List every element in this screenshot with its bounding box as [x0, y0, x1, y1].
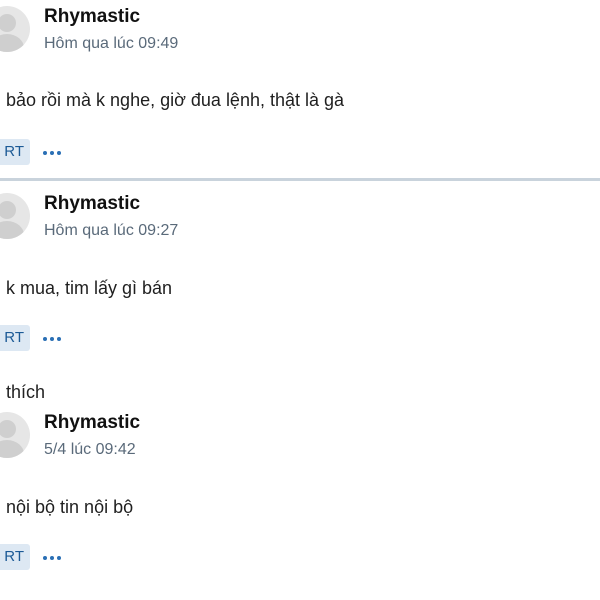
post-username[interactable]: Rhymastic — [44, 6, 140, 28]
avatar-body-shape — [0, 440, 24, 458]
more-dots-icon[interactable] — [42, 544, 64, 570]
avatar[interactable] — [0, 6, 30, 52]
post-timestamp[interactable]: 5/4 lúc 09:42 — [44, 441, 136, 459]
rt-button[interactable]: RT — [0, 139, 30, 165]
avatar-body-shape — [0, 34, 24, 52]
post-username[interactable]: Rhymastic — [44, 193, 140, 215]
avatar[interactable] — [0, 412, 30, 458]
post-timestamp[interactable]: Hôm qua lúc 09:49 — [44, 35, 178, 53]
post-feed: Rhymastic Hôm qua lúc 09:49 bảo rồi mà k… — [0, 0, 600, 600]
post-content: bảo rồi mà k nghe, giờ đua lệnh, thật là… — [6, 90, 345, 110]
post-content: k mua, tim lấy gì bán — [6, 278, 173, 298]
avatar[interactable] — [0, 193, 30, 239]
more-dots-icon[interactable] — [42, 139, 64, 165]
avatar-body-shape — [0, 221, 24, 239]
rt-button[interactable]: RT — [0, 325, 30, 351]
post-content: nội bộ tin nội bộ — [6, 497, 134, 517]
more-dots-icon[interactable] — [42, 325, 64, 351]
post-item: Rhymastic Hôm qua lúc 09:49 bảo rồi mà k… — [0, 0, 600, 180]
post-username[interactable]: Rhymastic — [44, 412, 140, 434]
rt-button[interactable]: RT — [0, 544, 30, 570]
avatar-head-shape — [0, 14, 16, 32]
post-item: Rhymastic Hôm qua lúc 09:27 k mua, tim l… — [0, 181, 600, 402]
avatar-head-shape — [0, 201, 16, 219]
avatar-head-shape — [0, 420, 16, 438]
post-timestamp[interactable]: Hôm qua lúc 09:27 — [44, 222, 178, 240]
post-item: Rhymastic 5/4 lúc 09:42 nội bộ tin nội b… — [0, 400, 600, 600]
